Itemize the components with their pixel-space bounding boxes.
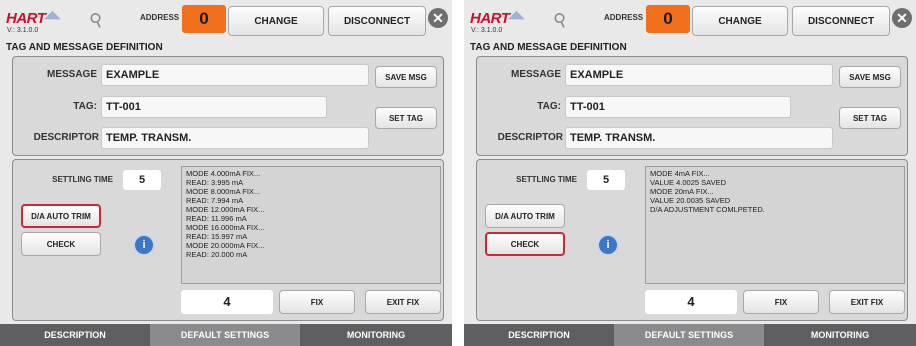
version-label: V.: 3.1.0.0 [471,27,503,34]
panel-right: HART ◢◣ V.: 3.1.0.0 ⚲ ADDRESS 0 CHANGE D… [464,0,916,346]
tab-description[interactable]: DESCRIPTION [464,324,614,346]
descriptor-label: DESCRIPTOR [497,132,563,143]
descriptor-field[interactable]: TEMP. TRANSM. [565,127,833,149]
section-title: TAG AND MESSAGE DEFINITION [6,42,163,53]
stage: HART ◢◣ V.: 3.1.0.0 ⚲ ADDRESS 0 CHANGE D… [0,0,916,346]
disconnect-button[interactable]: DISCONNECT [792,6,890,36]
log-line: VALUE 4.0025 SAVED [650,178,727,187]
log-line: MODE 4.000mA FIX... [186,169,261,178]
message-field[interactable]: EXAMPLE [565,64,833,86]
log-line: READ: 15.997 mA [186,232,248,241]
tag-field[interactable]: TT-001 [565,96,791,118]
trim-box: SETTLING TIME 5 D/A AUTO TRIM CHECK i MO… [476,159,908,321]
device-icon: ⚲ [550,8,571,32]
hart-logo: HART ◢◣ V.: 3.1.0.0 ⚲ [6,4,126,40]
settling-time-label: SETTLING TIME [516,175,577,184]
address-label: ADDRESS [140,13,180,22]
disconnect-button[interactable]: DISCONNECT [328,6,426,36]
log-line: MODE 8.000mA FIX... [186,187,261,196]
settling-time-field[interactable]: 5 [587,170,625,190]
tag-message-box: MESSAGE EXAMPLE SAVE MSG TAG: TT-001 SET… [476,56,908,156]
tab-monitoring[interactable]: MONITORING [300,324,452,346]
version-label: V.: 3.1.0.0 [7,27,39,34]
log-line: MODE 12.000mA FIX... [186,205,265,214]
info-icon[interactable]: i [133,234,155,256]
log-line: READ: 7.994 mA [186,196,244,205]
address-label: ADDRESS [604,13,644,22]
log-line: VALUE 20.0035 SAVED [650,196,731,205]
tag-label: TAG: [73,101,97,112]
check-button[interactable]: CHECK [485,232,565,256]
brand-name: HART [6,10,46,27]
log-line: D/A ADJUSTMENT COMLPETED. [650,205,765,214]
log-line: READ: 11.996 mA [186,214,247,223]
tab-default-settings[interactable]: DEFAULT SETTINGS [614,324,764,346]
tag-message-box: MESSAGE EXAMPLE SAVE MSG TAG: TT-001 SET… [12,56,444,156]
panel-left: HART ◢◣ V.: 3.1.0.0 ⚲ ADDRESS 0 CHANGE D… [0,0,452,346]
tag-label: TAG: [537,101,561,112]
fix-button[interactable]: FIX [279,290,355,314]
log-line: READ: 20.000 mA [186,250,248,259]
log-line: MODE 16.000mA FIX... [186,223,265,232]
brand-name: HART [470,10,510,27]
address-value: 0 [182,5,226,33]
tab-description[interactable]: DESCRIPTION [0,324,150,346]
tab-default-settings[interactable]: DEFAULT SETTINGS [150,324,300,346]
message-field[interactable]: EXAMPLE [101,64,369,86]
log-line: READ: 3.995 mA [186,178,244,187]
trim-box: SETTLING TIME 5 D/A AUTO TRIM CHECK i MO… [12,159,444,321]
fix-value-field[interactable]: 4 [181,290,273,314]
set-tag-button[interactable]: SET TAG [375,107,437,129]
status-log: MODE 4mA FIX... VALUE 4.0025 SAVED MODE … [645,166,905,284]
section-title: TAG AND MESSAGE DEFINITION [470,42,627,53]
tab-monitoring[interactable]: MONITORING [764,324,916,346]
wave-icon: ◢◣ [44,9,61,21]
exit-fix-button[interactable]: EXIT FIX [829,290,905,314]
settling-time-label: SETTLING TIME [52,175,113,184]
close-icon[interactable]: ✕ [428,8,448,28]
log-line: MODE 20mA FIX... [650,187,714,196]
fix-button[interactable]: FIX [743,290,819,314]
info-icon[interactable]: i [597,234,619,256]
message-label: MESSAGE [46,69,97,80]
check-button[interactable]: CHECK [21,232,101,256]
set-tag-button[interactable]: SET TAG [839,107,901,129]
address-value: 0 [646,5,690,33]
save-msg-button[interactable]: SAVE MSG [375,66,437,88]
close-icon[interactable]: ✕ [892,8,912,28]
log-line: MODE 20.000mA FIX... [186,241,265,250]
da-auto-trim-button[interactable]: D/A AUTO TRIM [21,204,101,228]
da-auto-trim-button[interactable]: D/A AUTO TRIM [485,204,565,228]
descriptor-label: DESCRIPTOR [33,132,99,143]
descriptor-field[interactable]: TEMP. TRANSM. [101,127,369,149]
tag-field[interactable]: TT-001 [101,96,327,118]
hart-logo: HART ◢◣ V.: 3.1.0.0 ⚲ [470,4,590,40]
tab-bar: DESCRIPTION DEFAULT SETTINGS MONITORING [0,324,452,346]
change-button[interactable]: CHANGE [228,6,324,36]
fix-value-field[interactable]: 4 [645,290,737,314]
tab-bar: DESCRIPTION DEFAULT SETTINGS MONITORING [464,324,916,346]
settling-time-field[interactable]: 5 [123,170,161,190]
device-icon: ⚲ [86,8,107,32]
log-line: MODE 4mA FIX... [650,169,710,178]
message-label: MESSAGE [510,69,561,80]
wave-icon: ◢◣ [508,9,525,21]
status-log: MODE 4.000mA FIX... READ: 3.995 mA MODE … [181,166,441,284]
save-msg-button[interactable]: SAVE MSG [839,66,901,88]
change-button[interactable]: CHANGE [692,6,788,36]
exit-fix-button[interactable]: EXIT FIX [365,290,441,314]
